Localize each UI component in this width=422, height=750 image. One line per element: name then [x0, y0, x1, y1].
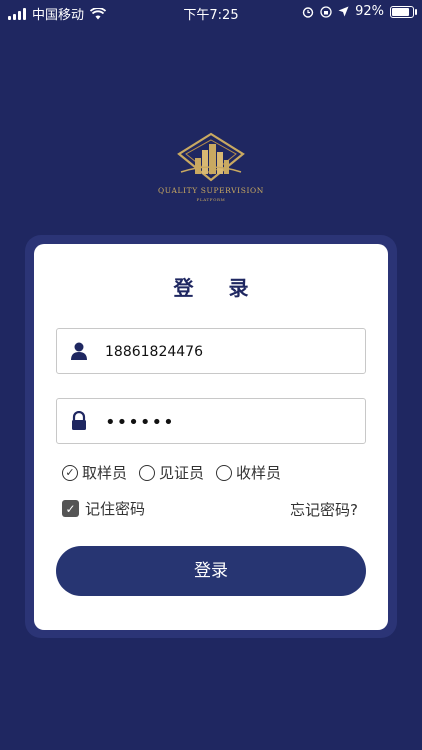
status-bar: 中国移动 下午7:25 92% [0, 0, 422, 24]
role-option-witness[interactable]: 见证员 [139, 462, 204, 483]
logo-text-sub: PLATFORM [196, 197, 226, 202]
remember-password[interactable]: ✓ 记住密码 [62, 498, 145, 519]
remember-label: 记住密码 [85, 500, 146, 518]
role-label: 收样员 [236, 464, 282, 482]
battery-percent: 92% [355, 4, 384, 19]
role-option-receiver[interactable]: 收样员 [216, 462, 281, 483]
role-options: ✓ 取样员 见证员 收样员 [62, 462, 281, 483]
password-input[interactable] [103, 407, 355, 437]
role-label: 见证员 [159, 464, 205, 482]
app-logo: QUALITY SUPERVISION PLATFORM [0, 132, 422, 202]
username-field[interactable] [56, 328, 366, 374]
login-button[interactable]: 登录 [56, 546, 366, 596]
forgot-password-link[interactable]: 忘记密码? [290, 499, 358, 520]
lock-icon [72, 411, 86, 430]
logo-text-main: QUALITY SUPERVISION [158, 186, 264, 195]
radio-unchecked-icon[interactable] [216, 464, 233, 481]
checkbox-checked-icon[interactable]: ✓ [62, 500, 79, 517]
building-logo-icon [177, 132, 245, 182]
login-card: 登 录 ✓ 取样员 见证员 收样员 ✓ 记住密码 忘记密码? 登录 [34, 244, 388, 630]
location-icon [338, 6, 349, 17]
user-icon [71, 342, 87, 360]
alarm-icon [302, 6, 314, 18]
role-option-sampler[interactable]: ✓ 取样员 [62, 462, 127, 483]
radio-unchecked-icon[interactable] [139, 464, 156, 481]
password-field[interactable] [56, 398, 366, 444]
lock-rotation-icon [320, 5, 332, 18]
login-title: 登 录 [173, 276, 263, 300]
radio-checked-icon[interactable]: ✓ [62, 464, 78, 481]
role-label: 取样员 [82, 464, 128, 482]
battery-icon [390, 5, 417, 18]
battery-fill [392, 7, 409, 16]
status-right: 92% [302, 4, 417, 19]
username-input[interactable] [103, 337, 355, 367]
